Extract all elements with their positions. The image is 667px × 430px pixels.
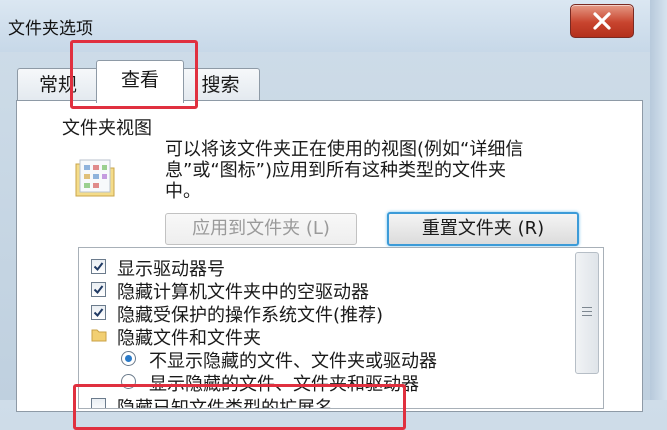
- checkmark-icon: [93, 285, 104, 295]
- setting-label: 隐藏已知文件类型的扩展名: [117, 398, 333, 409]
- folder-icon: [91, 329, 107, 342]
- window-frame-edge: [650, 0, 667, 400]
- close-icon: [593, 12, 611, 30]
- folder-views-heading: 文件夹视图: [62, 118, 152, 139]
- advanced-settings-list[interactable]: 显示驱动器号 隐藏计算机文件夹中的空驱动器 隐藏受保护的操作系统文件(推荐) 隐…: [78, 247, 604, 409]
- hide-empty-drives-checkbox[interactable]: [91, 282, 106, 297]
- folder-views-description-line2: 息”或“图标”)应用到所有这种类型的文件夹: [165, 160, 506, 181]
- list-scrollbar-thumb[interactable]: [575, 252, 599, 374]
- close-button[interactable]: [570, 4, 634, 38]
- tab-general-label: 常规: [38, 74, 77, 96]
- tab-search-label: 搜索: [201, 74, 240, 96]
- tab-search[interactable]: 搜索: [181, 68, 260, 101]
- hide-protected-os-files-checkbox[interactable]: [91, 305, 106, 320]
- window-title: 文件夹选项: [8, 19, 93, 39]
- checkmark-icon: [93, 308, 104, 318]
- tab-general[interactable]: 常规: [17, 68, 99, 101]
- scroll-grip: [582, 315, 592, 316]
- tab-view-label: 查看: [120, 69, 159, 91]
- checkmark-icon: [93, 262, 104, 272]
- window-titlebar[interactable]: 文件夹选项: [0, 0, 667, 52]
- tab-view[interactable]: 查看: [96, 60, 184, 103]
- apply-to-folders-button[interactable]: 应用到文件夹 (L): [165, 213, 357, 245]
- scroll-grip: [582, 311, 592, 312]
- show-hidden-radio[interactable]: [121, 374, 136, 389]
- show-drive-letters-checkbox[interactable]: [91, 259, 106, 274]
- scroll-grip: [582, 307, 592, 308]
- folder-view-icon: [75, 159, 115, 197]
- folder-views-description-line3: 中。: [165, 181, 201, 202]
- reset-folders-button[interactable]: 重置文件夹 (R): [387, 212, 579, 246]
- setting-label: 显示隐藏的文件、文件夹和驱动器: [149, 374, 419, 395]
- dont-show-hidden-radio[interactable]: [121, 351, 136, 366]
